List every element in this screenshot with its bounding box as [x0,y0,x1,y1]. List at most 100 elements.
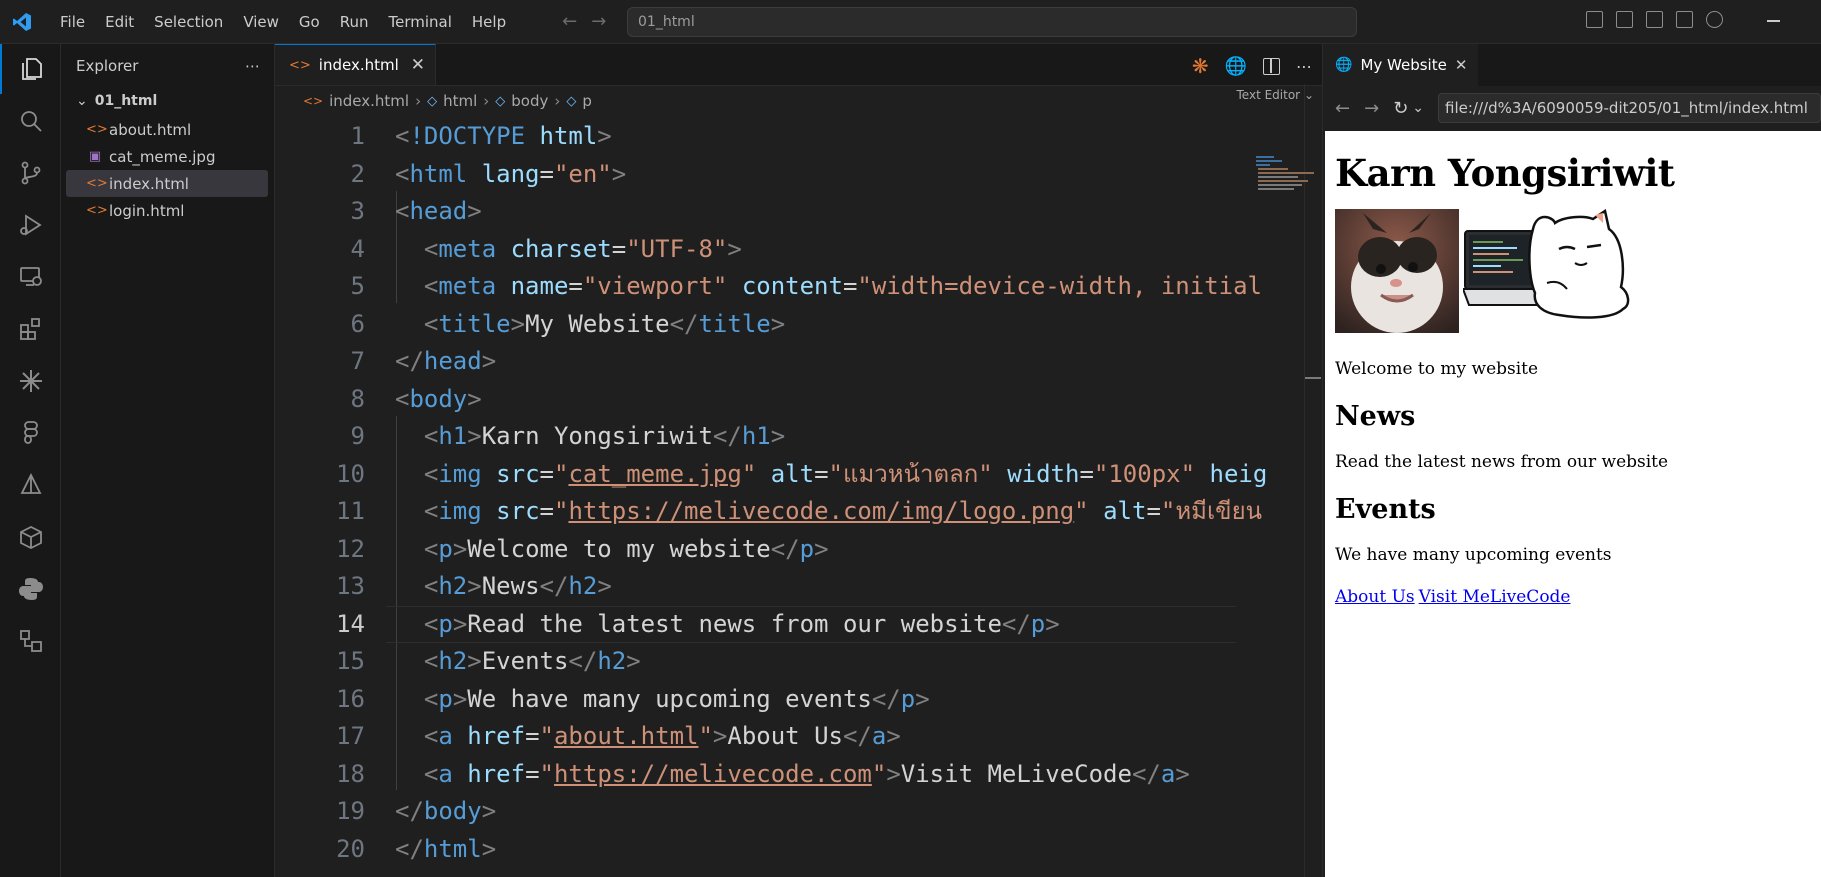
html-file-icon: <> [86,122,108,137]
file-label: cat_meme.jpg [109,147,216,166]
scroll-position-marker [1305,377,1321,379]
sparkle-icon[interactable] [0,356,61,406]
news-paragraph: Read the latest news from our website [1335,452,1669,472]
code-line[interactable]: 13 <h2>News</h2> [275,568,1235,605]
minimize-button[interactable] [1767,20,1780,22]
search-icon[interactable] [0,96,61,146]
line-number: 18 [336,759,365,788]
file-label: about.html [109,120,192,139]
package-icon[interactable] [0,512,61,562]
folder-01-html[interactable]: ⌄ 01_html [61,88,274,114]
reload-icon[interactable]: ↻ [1393,98,1408,119]
code-line[interactable]: 1 <!DOCTYPE html> [275,118,1235,155]
explorer-icon[interactable] [0,44,61,94]
file-about-html[interactable]: <> about.html [66,116,268,143]
breadcrumb-file[interactable]: index.html [329,92,409,110]
code-line[interactable]: 14 <p>Read the latest news from our webs… [275,605,1236,643]
back-arrow-icon[interactable]: ← [1335,98,1350,119]
file-cat-meme-jpg[interactable]: ▣ cat_meme.jpg [66,143,268,170]
source-control-icon[interactable] [0,148,61,198]
split-editor-icon[interactable] [1263,57,1280,75]
line-number: 7 [350,347,365,375]
more-actions-icon[interactable]: ⋯ [1296,57,1312,76]
element-icon: ◇ [495,93,506,109]
code-line[interactable]: 17 <a href="about.html">About Us</a> [275,718,1235,755]
about-us-link[interactable]: About Us [1335,587,1415,607]
activity-bar [0,44,61,877]
minimap[interactable] [1254,154,1314,194]
code-line[interactable]: 10 <img src="cat_meme.jpg" alt="แมวหน้าต… [275,456,1267,493]
code-line[interactable]: 19 </body> [275,793,1235,830]
close-icon[interactable]: ✕ [1455,56,1468,74]
extensions-icon[interactable] [0,304,61,354]
events-heading: Events [1335,494,1436,525]
code-line[interactable]: 8 <body> [275,381,1235,418]
menu-go[interactable]: Go [289,0,330,44]
tab-index-html[interactable]: <> index.html ✕ [275,44,437,85]
deploy-icon[interactable] [0,460,61,510]
run-debug-icon[interactable] [0,200,61,250]
visit-melivecode-link[interactable]: Visit MeLiveCode [1419,587,1571,607]
remote-explorer-icon[interactable] [0,252,61,302]
sparkle-action-icon[interactable]: ❋ [1192,54,1209,78]
text-editor-label[interactable]: Text Editor ⌄ [1237,88,1314,102]
code-text: <h2>Events</h2> [423,647,641,675]
chevron-down-icon[interactable]: ⌄ [1412,100,1424,116]
code-line[interactable]: 5 <meta name="viewport" content="width=d… [275,268,1262,305]
code-line[interactable]: 9 <h1>Karn Yongsiriwit</h1> [275,418,1235,455]
forward-arrow-icon[interactable]: → [591,11,606,32]
url-input[interactable]: file:///d%3A/6090059-dit205/01_html/inde… [1438,93,1821,123]
menu-terminal[interactable]: Terminal [379,0,462,44]
forward-arrow-icon[interactable]: → [1364,98,1379,119]
toggle-panel-icon[interactable] [1646,11,1663,28]
back-arrow-icon[interactable]: ← [562,11,577,32]
breadcrumb-p[interactable]: p [582,92,592,110]
code-line[interactable]: 16 <p>We have many upcoming events</p> [275,681,1235,718]
code-line[interactable]: 20 </html> [275,831,1235,868]
figma-icon[interactable] [0,408,61,458]
code-text: <html lang="en"> [395,159,627,188]
code-line[interactable]: 18 <a href="https://melivecode.com">Visi… [275,756,1235,793]
code-line[interactable]: 11 <img src="https://melivecode.com/img/… [275,493,1262,530]
code-line[interactable]: 15 <h2>Events</h2> [275,643,1235,680]
menu-selection[interactable]: Selection [144,0,233,44]
code-text: <h1>Karn Yongsiriwit</h1> [423,422,786,450]
code-text: <img src="https://melivecode.com/img/log… [423,497,1263,525]
vscode-logo-icon [0,0,44,44]
code-line[interactable]: 7 </head> [275,343,1235,380]
code-line[interactable]: 4 <meta charset="UTF-8"> [275,231,1235,268]
globe-icon[interactable] [1706,11,1723,28]
customize-layout-icon[interactable] [1586,11,1603,28]
command-center-search[interactable]: 01_html [627,7,1357,37]
code-line[interactable]: 6 <title>My Website</title> [275,306,1235,343]
code-line[interactable]: 3 <head> [275,193,1235,230]
breadcrumb-body[interactable]: body [511,92,548,110]
python-icon[interactable] [0,564,61,614]
shapes-icon[interactable] [0,616,61,666]
menu-view[interactable]: View [233,0,289,44]
breadcrumb-html[interactable]: html [443,92,477,110]
browser-preview-panel: 🌐 My Website ✕ ← → ↻ ⌄ file:///d%3A/6090… [1322,44,1821,877]
menu-run[interactable]: Run [330,0,379,44]
file-index-html[interactable]: <> index.html [66,170,268,197]
toggle-sidebar-icon[interactable] [1616,11,1633,28]
globe-preview-icon[interactable]: 🌐 [1225,56,1247,77]
menu-edit[interactable]: Edit [95,0,144,44]
code-line[interactable]: 12 <p>Welcome to my website</p> [275,531,1235,568]
file-login-html[interactable]: <> login.html [66,197,268,224]
menu-file[interactable]: File [50,0,95,44]
code-editor[interactable]: 1 <!DOCTYPE html> 2 <html lang="en"> 3 <head>… [275,116,1322,877]
tab-my-website[interactable]: 🌐 My Website ✕ [1323,44,1478,86]
toggle-secondary-sidebar-icon[interactable] [1676,11,1693,28]
code-text: </html> [395,834,497,863]
line-number: 6 [350,309,365,338]
code-line[interactable]: 2 <html lang="en"> [275,156,1235,193]
more-actions-icon[interactable]: ⋯ [245,57,260,75]
close-icon[interactable]: ✕ [411,55,425,75]
code-text: </head> [395,347,497,375]
menu-help[interactable]: Help [462,0,516,44]
scrollbar-track[interactable] [1304,84,1305,877]
line-number: 3 [350,197,365,225]
chevron-down-icon: ⌄ [76,93,88,109]
line-number: 5 [350,272,365,300]
